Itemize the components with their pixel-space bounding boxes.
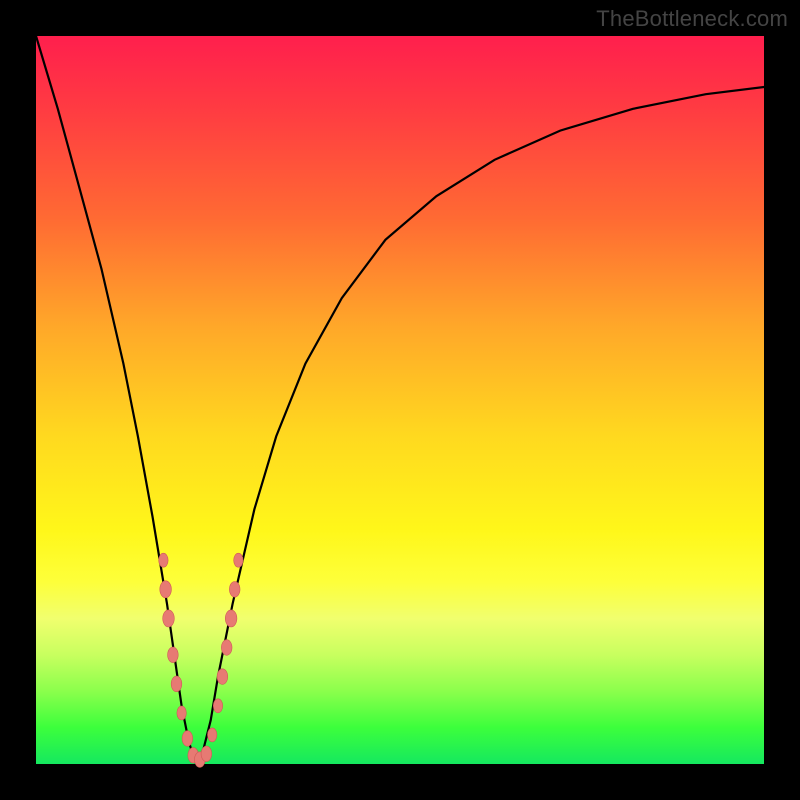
- bottleneck-curve: [36, 36, 764, 764]
- data-marker: [201, 746, 212, 762]
- data-marker: [171, 676, 182, 692]
- chart-frame: TheBottleneck.com: [0, 0, 800, 800]
- marker-group: [159, 553, 243, 767]
- data-marker: [217, 669, 228, 685]
- watermark-text: TheBottleneck.com: [596, 6, 788, 32]
- data-marker: [213, 699, 222, 713]
- data-marker: [177, 706, 186, 720]
- data-marker: [159, 553, 168, 567]
- data-marker: [225, 610, 237, 627]
- data-marker: [208, 728, 217, 742]
- data-marker: [229, 582, 240, 598]
- plot-area: [36, 36, 764, 764]
- data-marker: [160, 581, 172, 598]
- data-marker: [234, 553, 243, 567]
- chart-svg: [36, 36, 764, 764]
- data-marker: [168, 647, 179, 663]
- data-marker: [182, 731, 193, 747]
- data-marker: [221, 640, 232, 656]
- data-marker: [163, 610, 175, 627]
